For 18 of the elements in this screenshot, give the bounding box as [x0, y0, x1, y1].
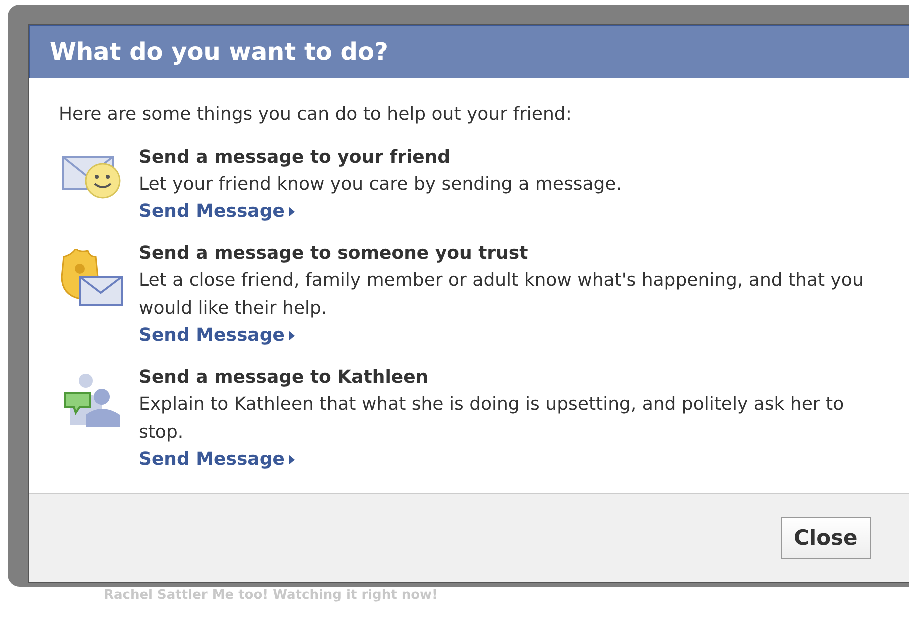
caret-icon	[288, 455, 295, 465]
option-description: Explain to Kathleen that what she is doing is upsetting, and politely ask her to stop.	[139, 393, 846, 445]
dialog-title: What do you want to do?	[50, 38, 388, 66]
badge-envelope-icon	[60, 249, 124, 307]
envelope-smiley-icon	[61, 153, 123, 199]
option-heading: Send a message to Kathleen	[139, 366, 429, 390]
send-message-link[interactable]: Send Message	[139, 323, 295, 349]
option-description: Let your friend know you care by sending a message.	[139, 173, 623, 197]
option-description: Let a close friend, family member or adult know what's happening, and that you would like their help.	[139, 269, 865, 321]
send-message-link[interactable]: Send Message	[139, 447, 295, 473]
option-heading: Send a message to your friend	[139, 146, 451, 170]
people-speech-bubble-icon	[62, 373, 122, 427]
caret-icon	[288, 331, 295, 341]
caret-icon	[288, 207, 295, 217]
send-message-link[interactable]: Send Message	[139, 199, 295, 225]
intro-text: Here are some things you can do to help out your friend:	[59, 104, 573, 125]
option-heading: Send a message to someone you trust	[139, 242, 528, 266]
close-button[interactable]: Close	[781, 517, 871, 559]
